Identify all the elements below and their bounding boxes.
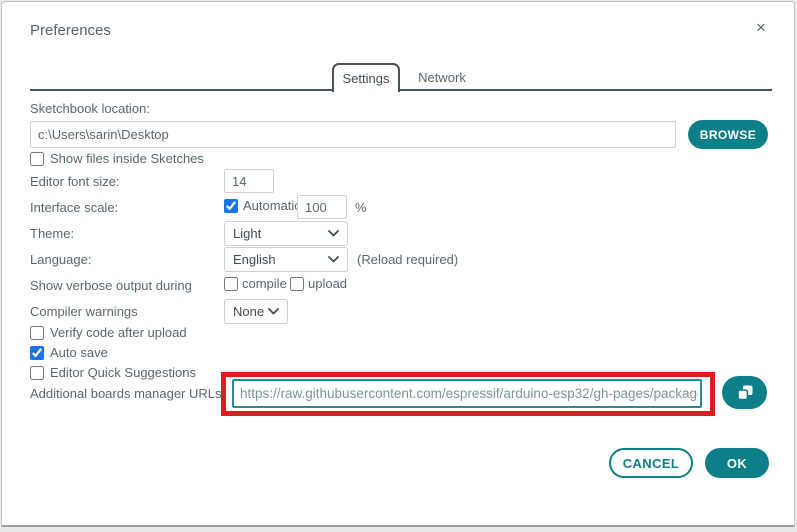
tab-separator-line	[30, 89, 772, 91]
language-select[interactable]: English	[224, 247, 348, 272]
editor-font-size-label: Editor font size:	[30, 174, 120, 189]
theme-select-value: Light	[233, 226, 262, 241]
show-files-label: Show files inside Sketches	[50, 151, 204, 166]
browse-button[interactable]: BROWSE	[688, 120, 768, 149]
interface-scale-label: Interface scale:	[30, 200, 119, 215]
verbose-upload-row: upload	[290, 276, 347, 291]
interface-scale-auto-label: Automatic	[243, 198, 301, 213]
tab-settings[interactable]: Settings	[332, 63, 400, 92]
verbose-compile-row: compile	[224, 276, 287, 291]
chevron-down-icon	[328, 256, 339, 263]
verbose-upload-checkbox[interactable]	[290, 276, 304, 291]
preferences-dialog: Preferences × Settings Network Sketchboo…	[1, 1, 795, 527]
show-files-row: Show files inside Sketches	[30, 151, 204, 166]
auto-save-checkbox[interactable]	[30, 345, 44, 360]
tab-network-label: Network	[418, 69, 466, 85]
verbose-compile-checkbox[interactable]	[224, 276, 238, 291]
verify-code-label: Verify code after upload	[50, 325, 187, 340]
compiler-warnings-label: Compiler warnings	[30, 304, 138, 319]
editor-font-size-input[interactable]	[224, 169, 274, 193]
theme-select[interactable]: Light	[224, 221, 348, 246]
chevron-down-icon	[268, 308, 279, 315]
interface-scale-input[interactable]	[297, 195, 347, 219]
verify-code-row: Verify code after upload	[30, 325, 187, 340]
verify-code-checkbox[interactable]	[30, 325, 44, 340]
boards-manager-urls-input[interactable]	[232, 379, 702, 408]
overlapping-windows-icon	[735, 384, 755, 401]
ok-button[interactable]: OK	[705, 448, 769, 478]
theme-label: Theme:	[30, 226, 75, 241]
auto-save-label: Auto save	[50, 345, 108, 360]
quick-suggestions-label: Editor Quick Suggestions	[50, 365, 196, 380]
interface-scale-auto-checkbox[interactable]	[224, 198, 238, 213]
tab-network[interactable]: Network	[407, 65, 477, 89]
tab-settings-label: Settings	[342, 71, 390, 86]
sketchbook-location-input[interactable]	[30, 121, 676, 148]
verbose-upload-label: upload	[308, 276, 348, 291]
quick-suggestions-row: Editor Quick Suggestions	[30, 365, 196, 380]
boards-manager-urls-label: Additional boards manager URLs:	[30, 386, 226, 401]
interface-scale-unit: %	[355, 200, 367, 215]
verbose-compile-label: compile	[242, 276, 287, 291]
compiler-warnings-select[interactable]: None	[224, 299, 288, 324]
verbose-output-label: Show verbose output during	[30, 278, 192, 293]
compiler-warnings-value: None	[233, 304, 265, 319]
auto-save-row: Auto save	[30, 345, 108, 360]
dialog-title: Preferences	[30, 22, 111, 39]
chevron-down-icon	[328, 230, 339, 237]
interface-scale-row: Automatic	[224, 198, 301, 213]
language-label: Language:	[30, 252, 92, 267]
show-files-checkbox[interactable]	[30, 151, 44, 166]
cancel-button[interactable]: CANCEL	[609, 448, 693, 478]
close-icon[interactable]: ×	[750, 17, 772, 39]
sketchbook-location-label: Sketchbook location:	[30, 101, 150, 116]
boards-urls-list-button[interactable]	[722, 376, 767, 409]
language-reload-note: (Reload required)	[357, 252, 459, 267]
language-select-value: English	[233, 252, 276, 267]
quick-suggestions-checkbox[interactable]	[30, 365, 44, 380]
